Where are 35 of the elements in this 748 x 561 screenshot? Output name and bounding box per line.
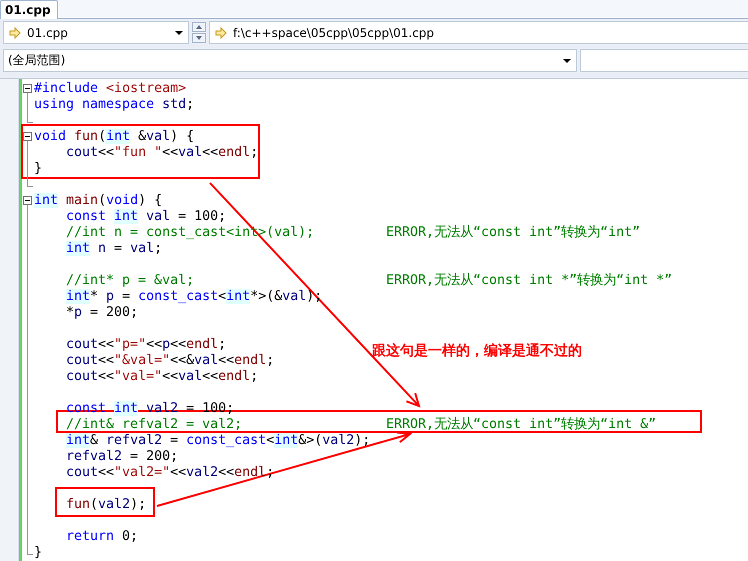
code-line: //int& refval2 = val2; bbox=[66, 417, 242, 432]
code-line: refval2 = 200; bbox=[66, 449, 178, 464]
code-line: #include <iostream> bbox=[34, 81, 186, 96]
code-line: int& refval2 = const_cast<int&>(val2); bbox=[66, 433, 370, 448]
code-line: cout<<"val2="<<val2<<endl; bbox=[66, 465, 274, 480]
code-line: cout<<"p="<<p<<endl; bbox=[66, 337, 226, 352]
collapse-icon[interactable] bbox=[23, 132, 32, 141]
arrow-icon bbox=[215, 26, 227, 38]
collapse-icon[interactable] bbox=[23, 84, 32, 93]
code-line: *p = 200; bbox=[66, 305, 138, 320]
code-line: fun(val2); bbox=[66, 497, 146, 512]
code-line: cout<<"fun "<<val<<endl; bbox=[66, 145, 258, 160]
code-line: cout<<"&val="<<&val<<endl; bbox=[66, 353, 274, 368]
code-comment: ERROR,无法从“const int *”转换为“int *” bbox=[386, 273, 672, 289]
code-line: cout<<"val="<<val<<endl; bbox=[66, 369, 258, 384]
code-line: //int* p = &val; bbox=[66, 273, 194, 288]
code-line: return 0; bbox=[66, 529, 138, 544]
file-tab[interactable]: 01.cpp bbox=[0, 0, 58, 19]
code-comment: ERROR,无法从“const int”转换为“int” bbox=[386, 225, 640, 241]
code-line: const int val = 100; bbox=[66, 209, 226, 224]
code-line: int main(void) { bbox=[34, 193, 162, 208]
caret-icon bbox=[563, 58, 571, 62]
collapse-icon[interactable] bbox=[23, 196, 32, 205]
arrow-icon bbox=[9, 26, 21, 38]
code-line: } bbox=[34, 545, 42, 560]
caret-icon bbox=[175, 30, 183, 34]
code-line: using namespace std; bbox=[34, 97, 194, 112]
scope-dropdown[interactable]: (全局范围) bbox=[3, 49, 577, 72]
code-line: void fun(int &val) { bbox=[34, 129, 194, 144]
annotation-text: 跟这句是一样的，编译是通不过的 bbox=[372, 342, 582, 360]
code-comment: ERROR,无法从“const int”转换为“int &” bbox=[386, 417, 656, 433]
code-line: int n = val; bbox=[66, 241, 162, 256]
file-dropdown[interactable]: 01.cpp bbox=[3, 21, 189, 44]
path-field[interactable]: f:\c++space\05cpp\05cpp\01.cpp bbox=[209, 21, 748, 44]
code-line: } bbox=[34, 161, 42, 176]
